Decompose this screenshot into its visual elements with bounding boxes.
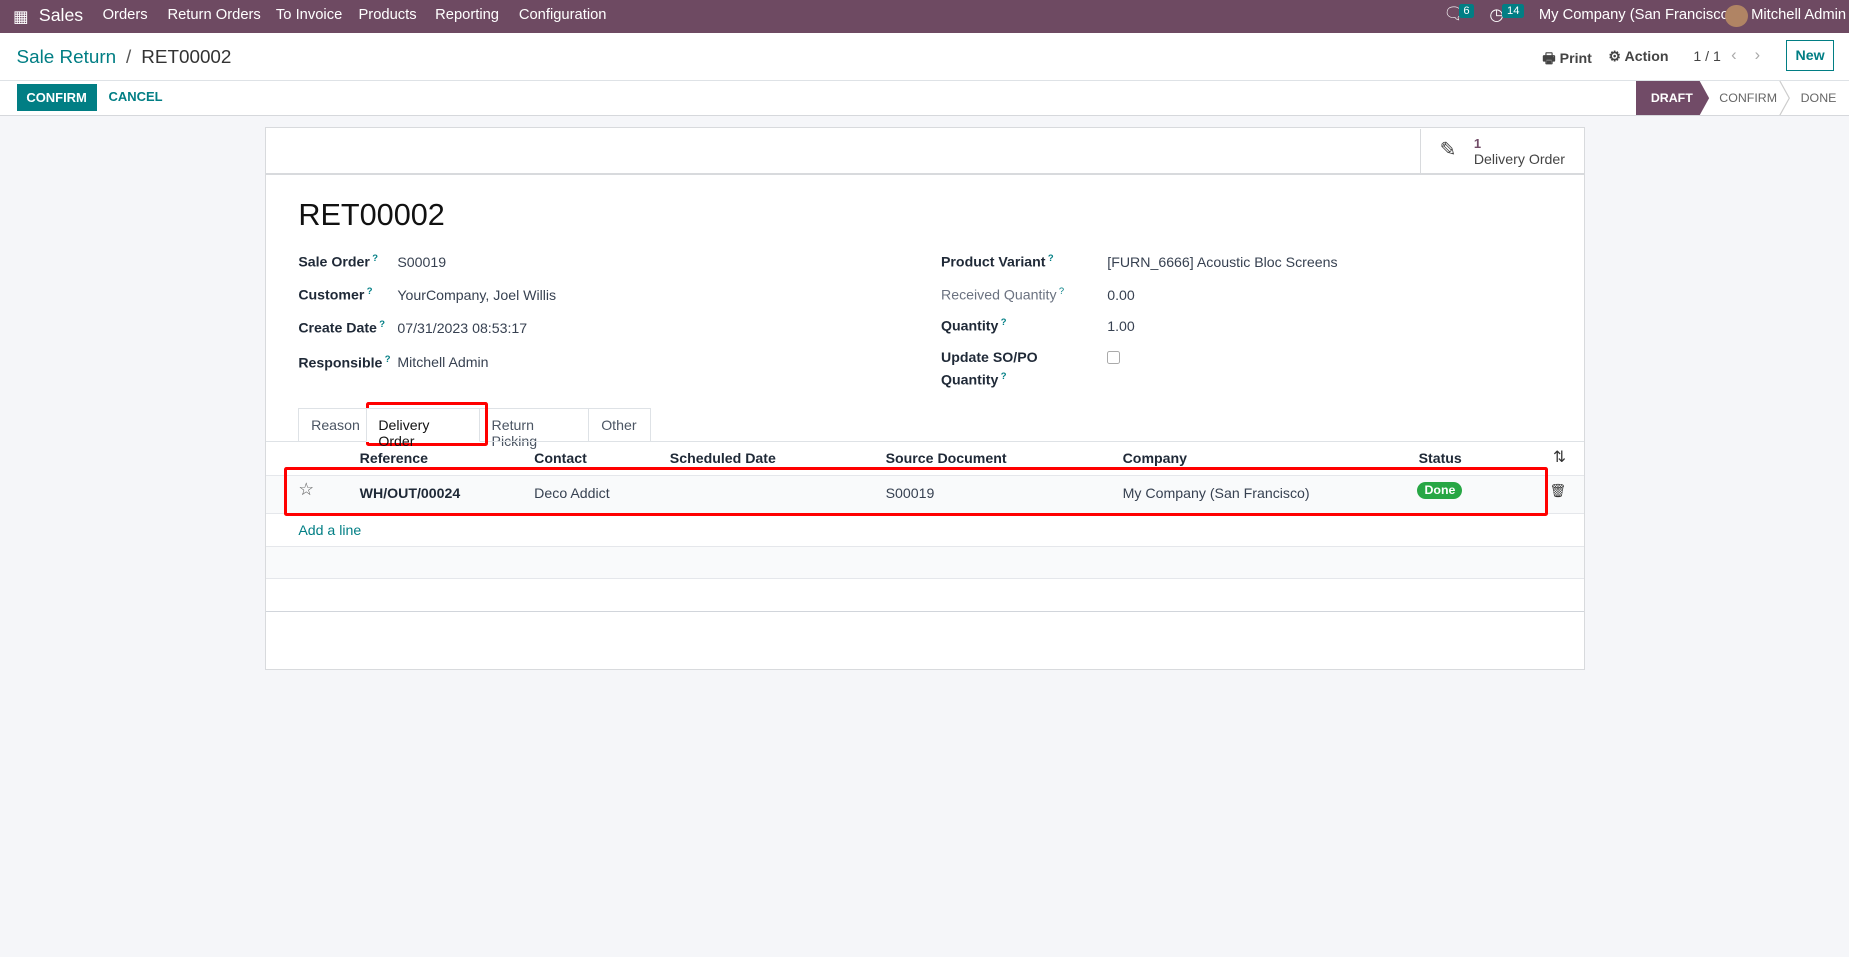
apps-menu-icon[interactable]: ▦	[13, 7, 29, 27]
label: Quantity	[941, 317, 999, 334]
smart-button-label: Delivery Order	[1473, 150, 1565, 167]
optional-columns-icon[interactable]: ⇅	[1553, 448, 1566, 467]
record-title: RET00002	[298, 198, 445, 233]
activities-badge: 14	[1502, 3, 1525, 18]
help-icon: ?	[384, 352, 391, 364]
label: Received Quantity	[941, 287, 1057, 304]
smart-button-count: 1	[1473, 135, 1482, 151]
menu-return-orders[interactable]: Return Orders	[167, 7, 260, 23]
empty-row	[266, 547, 1584, 578]
value: 0.00	[1107, 286, 1135, 303]
label: Customer	[298, 287, 365, 304]
label: Responsible	[298, 354, 383, 371]
label: Create Date	[298, 320, 377, 337]
help-icon: ?	[379, 318, 386, 330]
stage-confirm[interactable]: CONFIRM	[1719, 91, 1777, 105]
breadcrumb-current: RET00002	[141, 45, 232, 67]
label: Product Variant	[941, 254, 1046, 271]
col-source-document[interactable]: Source Document	[886, 450, 1007, 466]
stage-done[interactable]: DONE	[1801, 91, 1837, 105]
value[interactable]: 1.00	[1107, 318, 1135, 334]
user-menu[interactable]: Mitchell Admin	[1751, 7, 1846, 23]
tab-other[interactable]: Other	[588, 408, 651, 443]
col-status[interactable]: Status	[1419, 450, 1462, 466]
breadcrumb-separator: /	[126, 45, 132, 67]
confirm-button[interactable]: CONFIRM	[16, 83, 97, 111]
messages-badge: 6	[1458, 3, 1475, 18]
value[interactable]: 07/31/2023 08:53:17	[397, 320, 527, 336]
help-icon: ?	[1000, 370, 1007, 382]
value[interactable]: [FURN_6666] Acoustic Bloc Screens	[1107, 254, 1337, 270]
avatar[interactable]	[1725, 4, 1748, 28]
form-sheet	[265, 127, 1585, 670]
action-label: Action	[1624, 48, 1669, 65]
menu-reporting[interactable]: Reporting	[435, 7, 499, 23]
new-button[interactable]: New	[1786, 40, 1834, 71]
add-line-link[interactable]: Add a line	[298, 522, 361, 538]
pager-prev-icon[interactable]: ‹	[1731, 46, 1737, 65]
col-company[interactable]: Company	[1123, 450, 1187, 466]
action-button[interactable]: ⚙ Action	[1608, 48, 1668, 65]
control-panel: Sale Return / RET00002 🖶 Print ⚙ Action …	[0, 33, 1849, 81]
col-scheduled-date[interactable]: Scheduled Date	[670, 450, 776, 466]
menu-to-invoice[interactable]: To Invoice	[276, 7, 342, 23]
tab-return-picking[interactable]: Return Picking	[478, 408, 590, 449]
col-reference[interactable]: Reference	[360, 450, 428, 466]
edit-icon: ✎	[1439, 138, 1457, 161]
label-line2: Quantity	[941, 371, 999, 388]
menu-orders[interactable]: Orders	[103, 7, 148, 23]
cancel-button[interactable]: CANCEL	[108, 89, 162, 104]
form-statusbar: CONFIRM CANCEL DRAFT CONFIRM DONE	[0, 80, 1849, 116]
menu-products[interactable]: Products	[358, 7, 416, 23]
top-navbar: ▦ Sales Orders Return Orders To Invoice …	[0, 0, 1849, 34]
col-contact[interactable]: Contact	[534, 450, 587, 466]
pager-next-icon[interactable]: ›	[1755, 46, 1761, 65]
value[interactable]: Mitchell Admin	[397, 354, 488, 370]
highlight-row-annotation	[284, 466, 1549, 517]
tab-delivery-order[interactable]: Delivery Order	[365, 408, 480, 449]
tab-reason[interactable]: Reason	[298, 408, 367, 443]
company-switcher[interactable]: My Company (San Francisco)	[1539, 7, 1734, 23]
delivery-order-smart-button[interactable]: ✎ 1 Delivery Order	[1419, 128, 1584, 174]
print-label: Print	[1559, 50, 1592, 67]
label: Update SO/PO	[941, 349, 1038, 366]
delete-icon[interactable]: 🗑	[1549, 483, 1565, 499]
print-button[interactable]: 🖶 Print	[1542, 48, 1592, 72]
help-icon: ?	[1058, 285, 1065, 297]
help-icon: ?	[372, 252, 378, 264]
app-name[interactable]: Sales	[39, 5, 83, 26]
label: Sale Order	[298, 254, 370, 271]
value[interactable]: S00019	[397, 254, 446, 270]
stage-draft: DRAFT	[1650, 90, 1693, 105]
pager-value[interactable]: 1 / 1	[1693, 48, 1721, 64]
help-icon: ?	[1047, 252, 1054, 264]
update-quantity-checkbox[interactable]	[1107, 351, 1121, 365]
help-icon: ?	[366, 285, 373, 297]
value[interactable]: YourCompany, Joel Willis	[397, 287, 556, 303]
help-icon: ?	[1000, 316, 1007, 328]
breadcrumb-parent[interactable]: Sale Return	[17, 46, 117, 67]
menu-configuration[interactable]: Configuration	[519, 7, 607, 23]
